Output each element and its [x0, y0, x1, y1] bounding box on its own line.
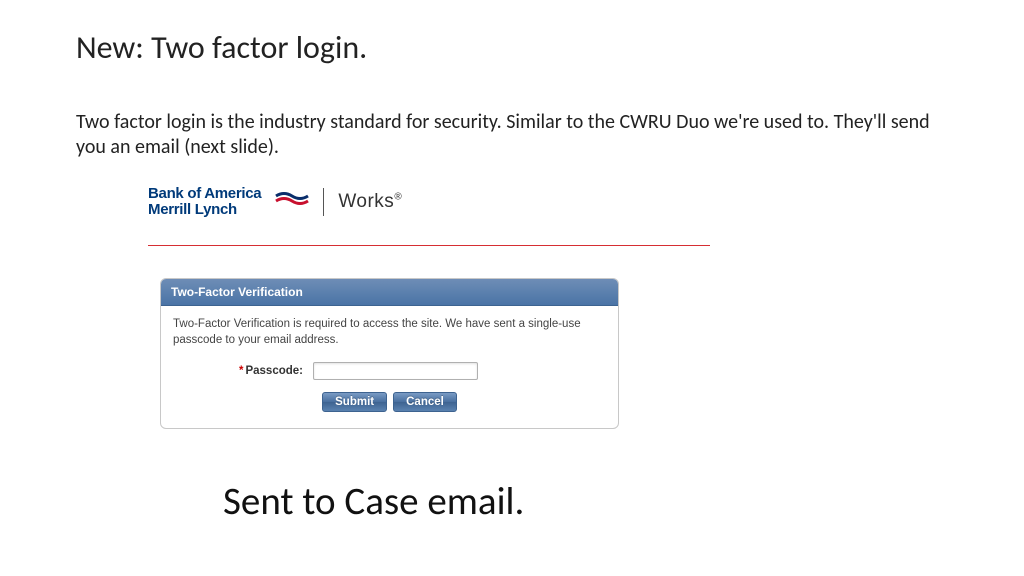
cancel-button[interactable]: Cancel	[393, 392, 457, 412]
slide-title: New: Two factor login.	[76, 28, 367, 67]
button-row: Submit Cancel	[173, 392, 606, 412]
bankofamerica-logo-text: Bank of America Merrill Lynch	[148, 186, 261, 218]
flag-icon	[275, 190, 309, 213]
works-logo-text: Works®	[338, 191, 402, 213]
two-factor-panel: Two-Factor Verification Two-Factor Verif…	[160, 278, 619, 429]
registered-mark: ®	[394, 191, 402, 202]
slide-caption: Sent to Case email.	[223, 478, 524, 525]
passcode-label-wrap: *Passcode:	[173, 365, 303, 377]
panel-body: Two-Factor Verification is required to a…	[161, 306, 618, 428]
red-horizontal-rule	[148, 245, 710, 246]
slide-subtext: Two factor login is the industry standar…	[76, 110, 946, 160]
panel-message: Two-Factor Verification is required to a…	[173, 316, 606, 348]
passcode-label: Passcode:	[245, 365, 303, 377]
boa-line-1: Bank of America	[148, 186, 261, 202]
passcode-row: *Passcode:	[173, 362, 606, 380]
passcode-input[interactable]	[313, 362, 478, 380]
vertical-divider	[323, 188, 324, 216]
submit-button[interactable]: Submit	[322, 392, 387, 412]
panel-header: Two-Factor Verification	[161, 279, 618, 306]
works-label: Works	[338, 191, 394, 212]
boa-line-2: Merrill Lynch	[148, 202, 261, 218]
required-asterisk: *	[239, 365, 243, 377]
brand-header: Bank of America Merrill Lynch Works®	[148, 186, 402, 218]
